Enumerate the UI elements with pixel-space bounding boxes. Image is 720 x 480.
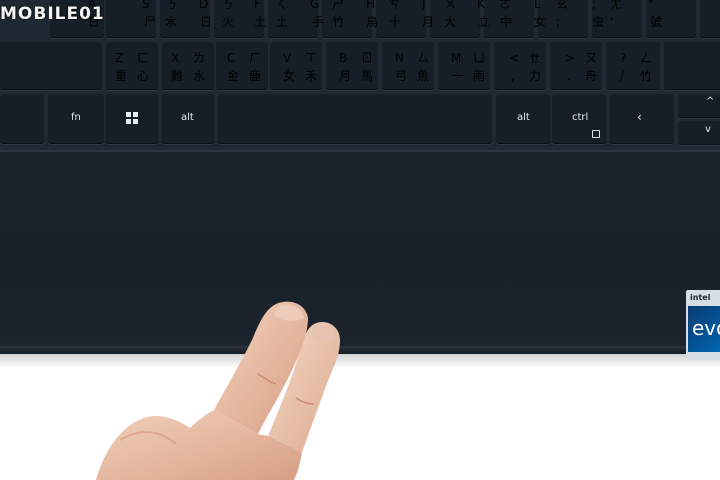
palm [96,410,302,480]
two-finger-hand [96,301,340,480]
